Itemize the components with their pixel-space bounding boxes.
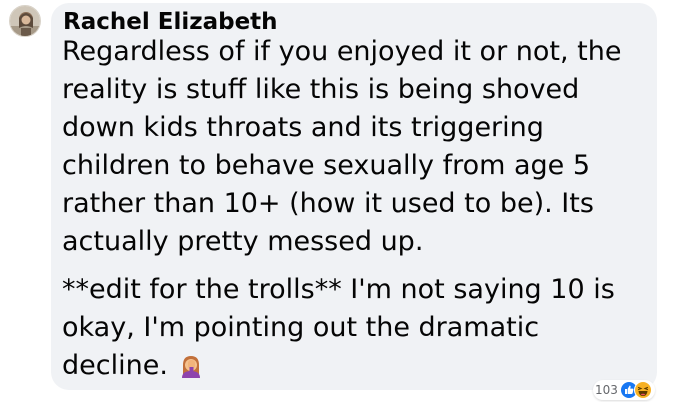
comment-text-line: children to behave sexually from age 5 (62, 150, 591, 181)
comment-paragraph-1: Regardless of if you enjoyed it or not, … (62, 33, 652, 261)
comment-text-line: down kids throats and its triggering (62, 112, 544, 143)
comment-text-line: actually pretty messed up. (62, 226, 424, 257)
comment-text-line: decline. (62, 350, 168, 381)
avatar-photo-icon (10, 6, 40, 36)
haha-icon (633, 381, 652, 399)
comment-paragraph-2: **edit for the trolls** I'm not saying 1… (62, 271, 652, 385)
reaction-count: 103 (595, 383, 618, 397)
woman-facepalming-icon (181, 356, 200, 378)
comment-text-line: okay, I'm pointing out the dramatic (62, 312, 540, 343)
comment-text-line: **edit for the trolls** I'm not saying 1… (62, 274, 615, 305)
comment-text-line-last: decline. (62, 347, 652, 385)
comment-text-line: rather than 10+ (how it used to be). Its (62, 188, 594, 219)
reaction-summary[interactable]: 103 (593, 380, 655, 400)
comment-author[interactable]: Rachel Elizabeth (63, 8, 278, 36)
comment-bubble: Rachel Elizabeth Regardless of if you en… (51, 3, 657, 390)
comment-text-line: reality is stuff like this is being shov… (62, 74, 580, 105)
comment-text-line: Regardless of if you enjoyed it or not, … (62, 36, 622, 67)
avatar[interactable] (9, 5, 41, 37)
